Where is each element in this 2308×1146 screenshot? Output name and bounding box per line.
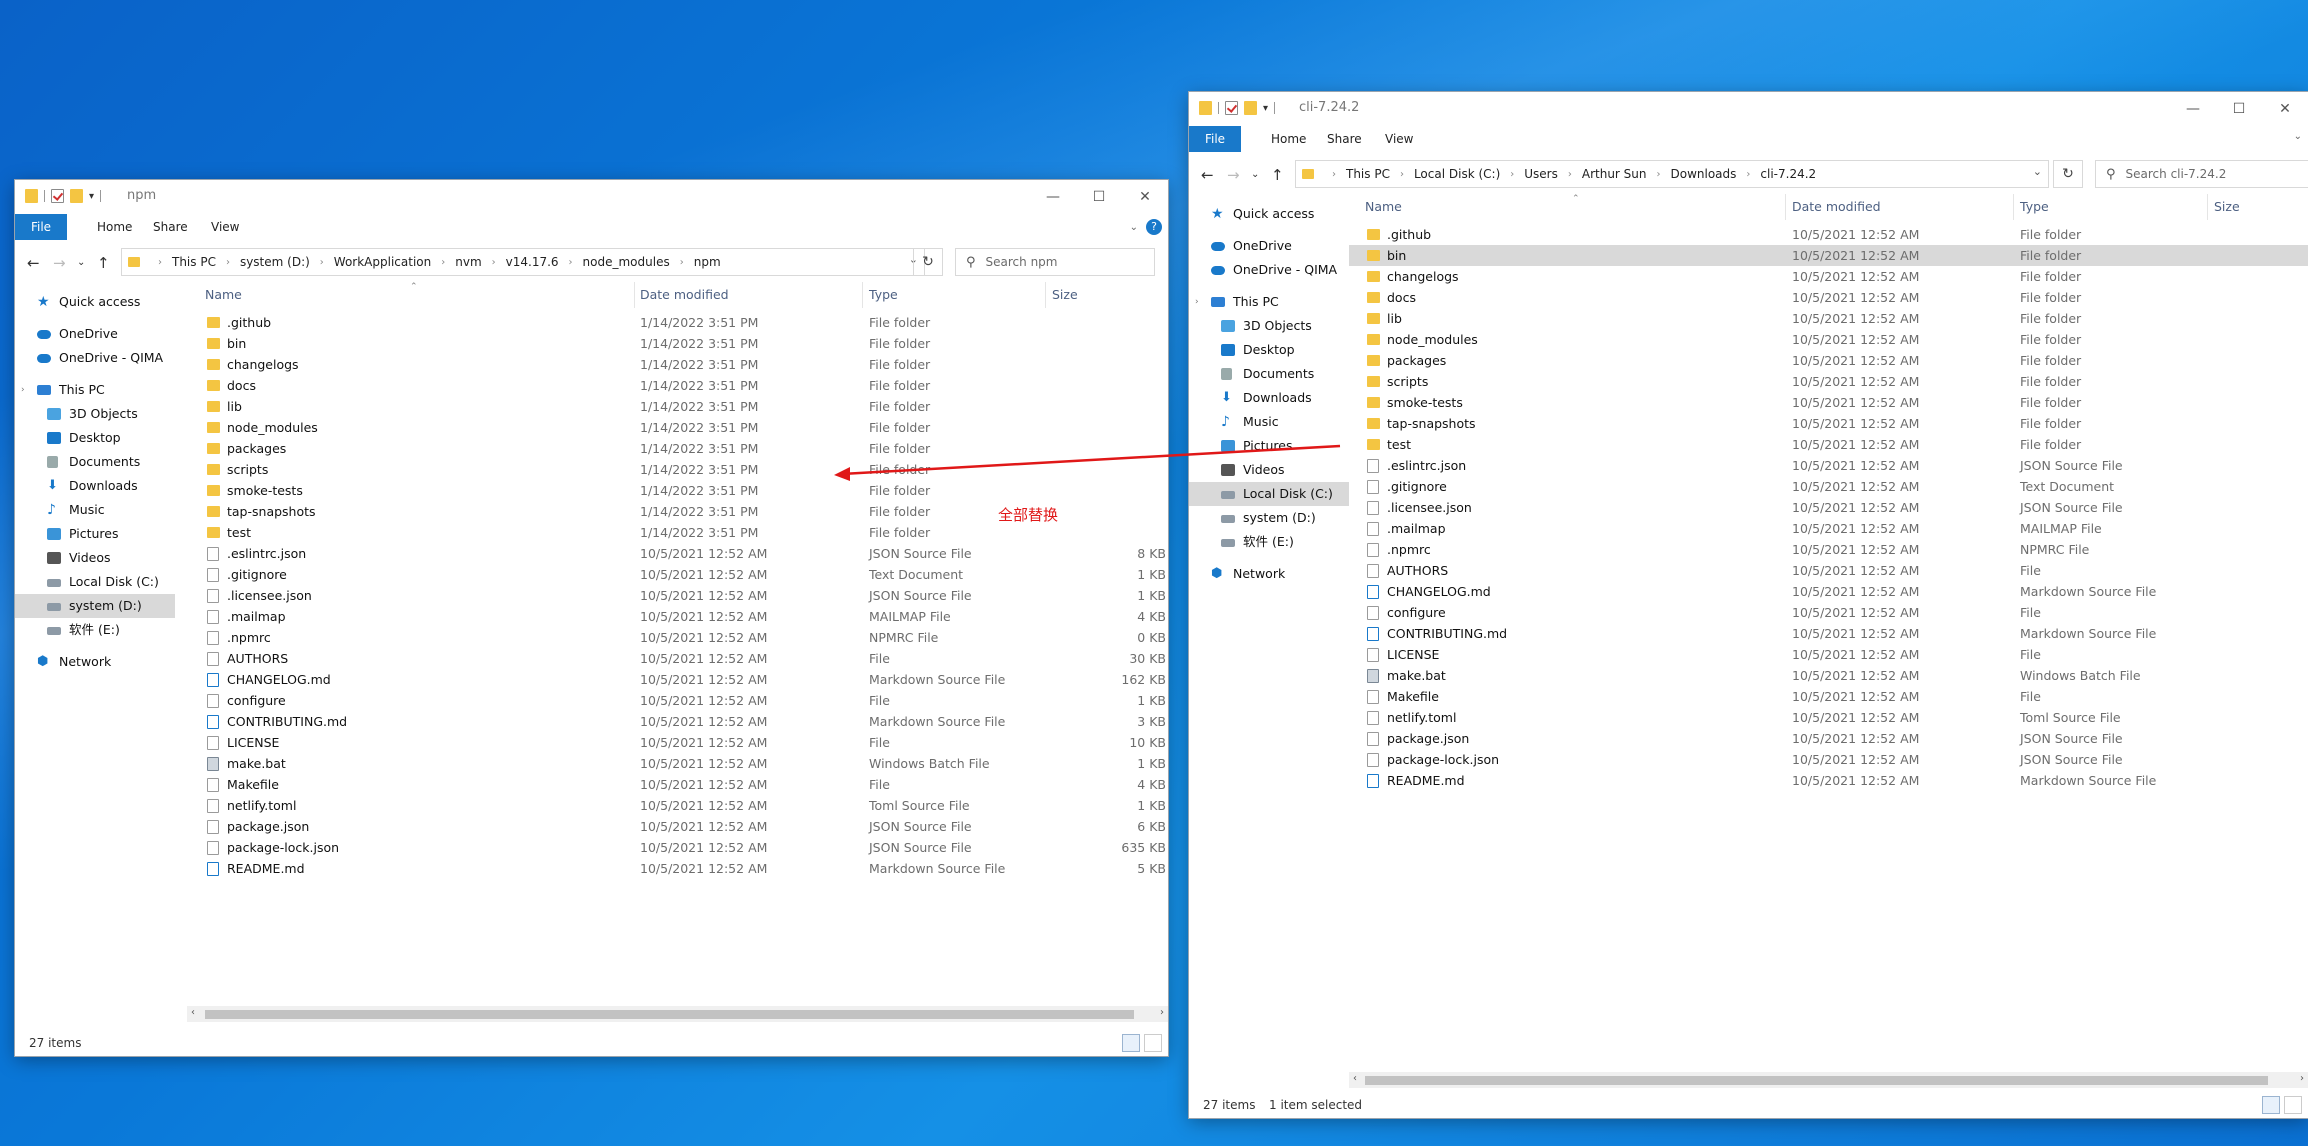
annotation-text: 全部替换 [998,506,1059,524]
arrow-head [834,467,850,481]
arrow-line [841,444,1341,476]
annotation-arrow [834,444,1341,481]
